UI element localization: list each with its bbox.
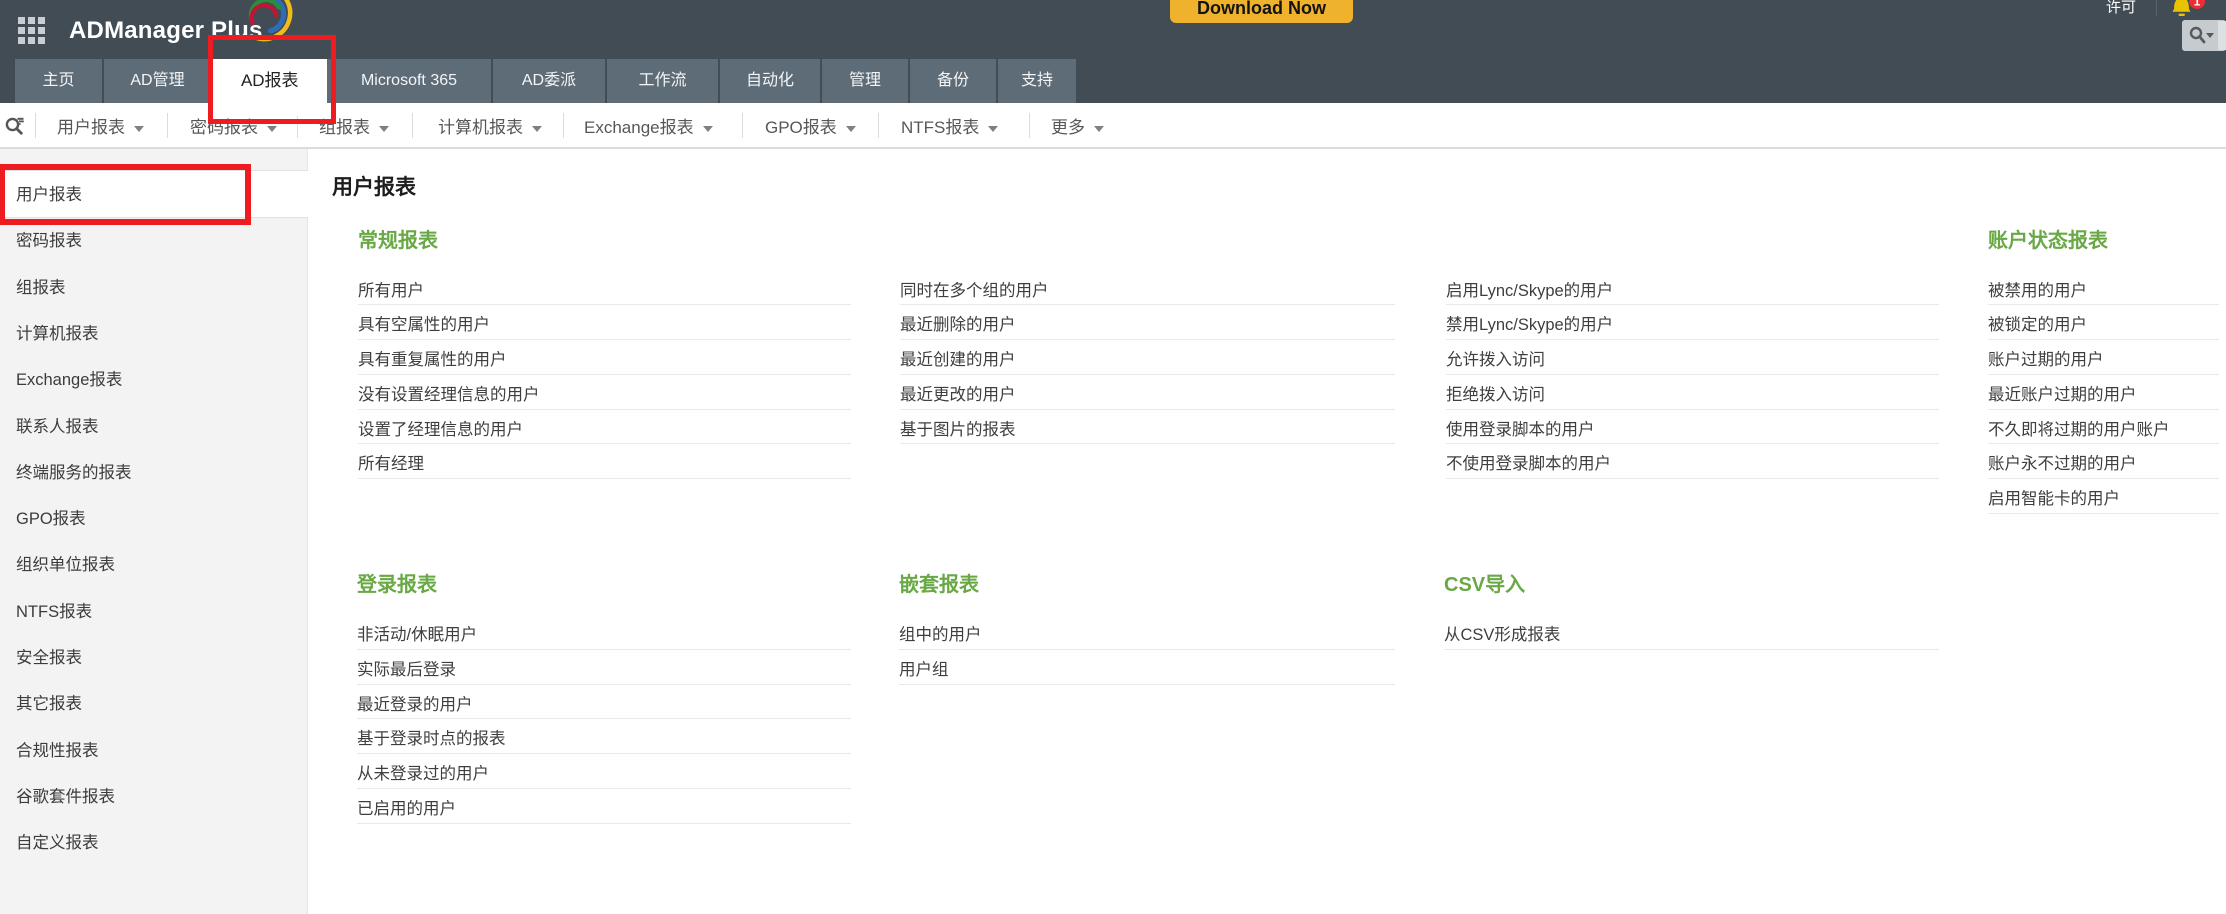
svg-text:1: 1 [2194, 0, 2201, 9]
